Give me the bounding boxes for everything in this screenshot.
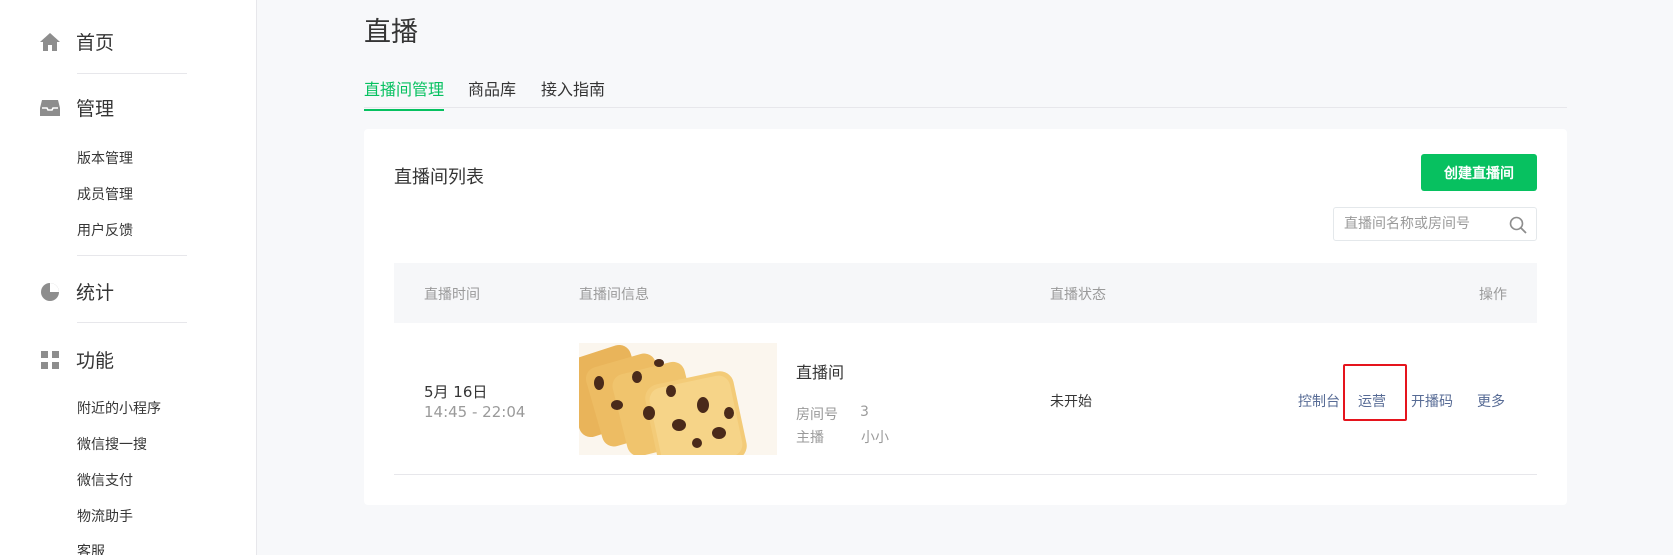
sidebar-item-version[interactable]: 版本管理 [77,148,133,168]
sidebar-item-support[interactable]: 客服 [77,541,105,555]
page-title: 直播 [364,17,418,48]
card-title: 直播间列表 [394,167,484,188]
table-header: 直播时间 直播间信息 直播状态 操作 [394,263,1537,323]
tab-bar: 直播间管理 商品库 接入指南 [364,76,1567,111]
inbox-icon [38,96,62,120]
divider [77,73,187,74]
sidebar-item-feedback[interactable]: 用户反馈 [77,220,133,240]
sidebar-item-manage[interactable]: 管理 [38,94,114,121]
room-number-value: 3 [860,404,869,420]
sidebar-item-label: 功能 [76,350,115,372]
column-header-status: 直播状态 [1050,287,1106,303]
live-room-name: 直播间 [796,363,845,382]
host-value: 小小 [861,430,889,446]
stream-code-link[interactable]: 开播码 [1411,391,1453,411]
divider [77,255,187,256]
tab-integration-guide[interactable]: 接入指南 [541,76,605,109]
sidebar-item-members[interactable]: 成员管理 [77,184,133,204]
sidebar-item-pay[interactable]: 微信支付 [77,470,133,490]
live-room-cover-image [579,343,777,455]
console-link[interactable]: 控制台 [1298,391,1340,411]
create-live-room-button[interactable]: 创建直播间 [1421,154,1537,191]
sidebar-item-label: 统计 [76,282,115,304]
sidebar-item-home[interactable]: 首页 [38,28,114,55]
table-row: 5月 16日 14:45 - 22:04 直播间 房间号 3 主播 小小 未开始… [394,323,1537,475]
sidebar-item-label: 首页 [76,32,115,54]
column-header-info: 直播间信息 [579,287,649,303]
live-room-list-card: 直播间列表 创建直播间 直播时间 直播间信息 直播状态 操作 5月 16日 14… [364,129,1567,505]
home-icon [38,30,62,54]
tab-live-room-manage[interactable]: 直播间管理 [364,76,445,111]
room-number-label: 房间号 [796,407,838,423]
live-date: 5月 16日 [424,383,488,401]
search-input[interactable] [1344,208,1504,240]
search-icon[interactable] [1508,215,1528,235]
tab-product-library[interactable]: 商品库 [468,76,516,109]
sidebar-item-label: 管理 [76,98,115,120]
sidebar-item-nearby[interactable]: 附近的小程序 [77,398,161,418]
column-header-time: 直播时间 [424,287,480,303]
divider [77,322,187,323]
live-time-range: 14:45 - 22:04 [424,403,526,421]
more-link[interactable]: 更多 [1477,391,1505,411]
sidebar-item-logistics[interactable]: 物流助手 [77,506,133,526]
host-label: 主播 [796,430,824,446]
grid-icon [38,348,62,372]
search-box [1333,207,1537,241]
sidebar-item-stats[interactable]: 统计 [38,278,114,305]
column-header-ops: 操作 [1479,287,1507,303]
sidebar-item-search[interactable]: 微信搜一搜 [77,434,147,454]
pie-chart-icon [38,280,62,304]
sidebar: 首页 管理 版本管理 成员管理 用户反馈 统计 功能 附近的小程序 微信搜一搜 … [0,0,257,555]
sidebar-item-features[interactable]: 功能 [38,346,114,373]
status-text: 未开始 [1050,394,1092,410]
operations-link[interactable]: 运营 [1358,391,1386,411]
